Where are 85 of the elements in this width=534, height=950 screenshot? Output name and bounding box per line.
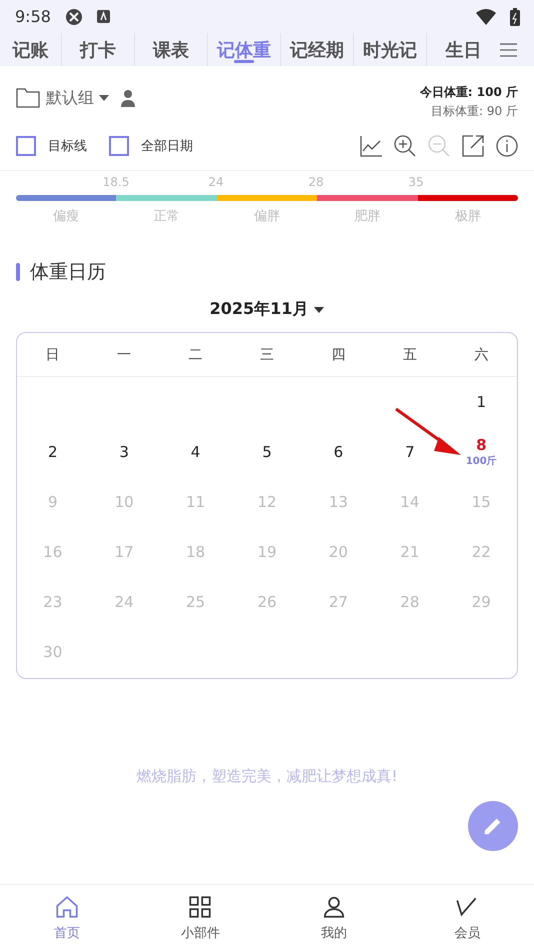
calendar-day[interactable]: 27 [328, 593, 348, 611]
month-selector[interactable]: 2025年11月 [210, 299, 308, 320]
line-chart-icon[interactable] [360, 135, 382, 157]
nav-tab[interactable]: 小部件 [134, 885, 267, 950]
calendar-day[interactable]: 2 [48, 443, 58, 461]
app-icon [64, 8, 83, 26]
slogan: 燃烧脂肪，塑造完美，减肥让梦想成真! [135, 767, 398, 786]
today-weight: 今日体重: 100 斤 [420, 84, 518, 101]
home-icon [54, 894, 80, 920]
calendar-day[interactable]: 7 [405, 443, 415, 461]
day-weight: 100斤 [466, 454, 497, 468]
annotation-arrow [394, 407, 462, 457]
person-icon[interactable] [121, 89, 135, 107]
calendar-day[interactable]: 23 [43, 593, 62, 611]
bmi-label: 肥胖 [353, 208, 382, 225]
calendar-day[interactable]: 18 [186, 543, 206, 561]
calendar-day[interactable]: 1 [476, 393, 486, 411]
tab[interactable]: 记体重 [208, 33, 281, 66]
dropdown-icon[interactable] [99, 95, 109, 101]
weekday-label: 六 [473, 346, 490, 364]
checkbox-label: 全部日期 [141, 138, 193, 155]
calendar-day[interactable]: 28 [400, 593, 420, 611]
calendar-day[interactable]: 19 [257, 543, 277, 561]
zoom-in-icon[interactable] [394, 135, 416, 157]
dropdown-icon[interactable] [314, 306, 324, 312]
calendar-day[interactable]: 22 [472, 543, 491, 561]
calendar-day[interactable]: 5 [262, 443, 272, 461]
calendar-day[interactable]: 16 [43, 543, 62, 561]
bmi-label: 偏瘦 [52, 208, 80, 225]
calendar-day[interactable]: 8 [476, 436, 486, 454]
calendar-day[interactable]: 6 [334, 443, 344, 461]
calendar-day[interactable]: 4 [190, 443, 200, 461]
info-icon[interactable] [496, 135, 518, 157]
calendar-day[interactable]: 20 [328, 543, 348, 561]
checkbox[interactable] [16, 136, 36, 156]
tab[interactable]: 记经期 [281, 33, 354, 66]
weekday-label: 四 [330, 346, 346, 364]
group-selector[interactable]: 默认组 [46, 88, 94, 108]
nav-tab[interactable]: 我的 [267, 885, 400, 950]
calendar-day[interactable]: 25 [186, 593, 206, 611]
bmi-tick: 18.5 [102, 175, 130, 189]
calendar-day[interactable]: 24 [114, 593, 134, 611]
weekday-label: 日 [44, 346, 61, 364]
calendar-day[interactable]: 15 [472, 493, 491, 511]
export-icon[interactable] [462, 135, 484, 157]
calendar-day[interactable]: 17 [114, 543, 134, 561]
nav-tab[interactable]: 首页 [0, 885, 134, 950]
calendar-day[interactable]: 9 [48, 493, 58, 511]
target-weight: 目标体重: 90 斤 [430, 103, 518, 120]
calendar-day[interactable]: 29 [472, 593, 491, 611]
section-marker [16, 263, 20, 281]
status-time: 9:58 [15, 7, 51, 26]
bmi-tick: 28 [307, 175, 325, 189]
checkbox-label: 目标线 [48, 138, 87, 155]
bmi-tick: 35 [407, 175, 425, 189]
wifi-icon [476, 8, 496, 24]
calendar-day[interactable]: 10 [114, 493, 134, 511]
tab[interactable]: 记账 [0, 33, 62, 66]
weekday-label: 五 [402, 346, 418, 364]
battery-icon [510, 8, 520, 26]
calendar-day[interactable]: 14 [400, 493, 420, 511]
calendar-day[interactable]: 26 [257, 593, 277, 611]
bmi-tick: 24 [207, 175, 225, 189]
bmi-label: 正常 [152, 208, 181, 225]
folder-icon[interactable] [16, 88, 40, 108]
calendar-day[interactable]: 11 [186, 493, 206, 511]
section-title: 体重日历 [30, 260, 106, 285]
calendar-day[interactable]: 13 [328, 493, 348, 511]
weekday-label: 一 [116, 346, 132, 364]
calendar-day[interactable]: 3 [119, 443, 129, 461]
checkbox[interactable] [109, 136, 129, 156]
menu-icon[interactable] [500, 42, 517, 58]
calendar-day[interactable]: 12 [257, 493, 277, 511]
calendar-day[interactable]: 21 [400, 543, 420, 561]
bmi-label: 极胖 [454, 208, 482, 225]
calendar-day[interactable]: 30 [43, 643, 62, 661]
tab[interactable]: 打卡 [62, 33, 135, 66]
bmi-label: 偏胖 [253, 208, 282, 225]
weekday-label: 二 [188, 346, 204, 364]
tab[interactable]: 课表 [135, 33, 208, 66]
grid-icon [187, 894, 214, 920]
tab[interactable]: 生日 [427, 33, 500, 66]
tab[interactable]: 时光记 [354, 33, 427, 66]
nav-tab[interactable]: 会员 [400, 885, 534, 950]
weekday-label: 三 [258, 346, 275, 364]
